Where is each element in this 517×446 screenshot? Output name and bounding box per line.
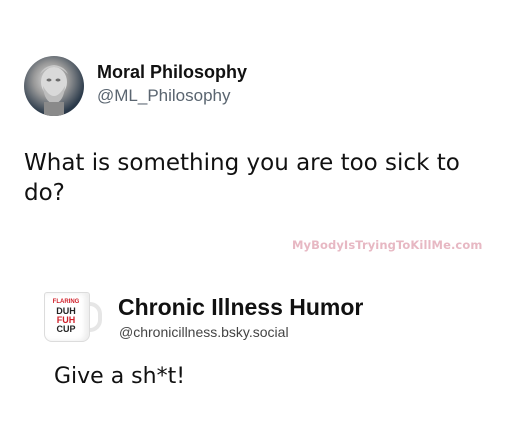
- mug-label: FLARING DUH FUH CUP: [46, 298, 86, 334]
- post-chronic-illness-humor: [0, 260, 517, 446]
- mug-label-line4: CUP: [56, 324, 76, 334]
- author-name[interactable]: Chronic Illness Humor: [118, 294, 363, 321]
- post-moral-philosophy: Moral Philosophy @ML_Philosophy What is …: [0, 0, 517, 240]
- watermark: MyBodyIsTryingToKillMe.com: [292, 238, 483, 252]
- author-name[interactable]: Moral Philosophy: [97, 62, 247, 83]
- statue-avatar-icon[interactable]: [24, 56, 84, 116]
- author-handle[interactable]: @ML_Philosophy: [97, 86, 231, 106]
- post-text: What is something you are too sick to do…: [24, 150, 460, 206]
- post-text: Give a sh*t!: [54, 364, 186, 389]
- author-handle[interactable]: @chronicillness.bsky.social: [119, 324, 289, 340]
- mug-avatar-icon[interactable]: FLARING DUH FUH CUP: [42, 290, 102, 342]
